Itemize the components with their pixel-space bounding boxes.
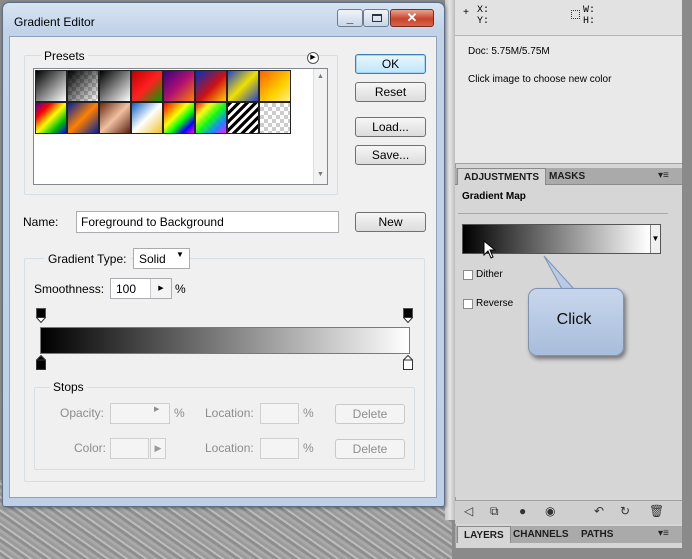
dither-label: Dither	[476, 269, 503, 280]
gradient-swatch[interactable]	[99, 70, 131, 102]
minimize-button[interactable]: _	[337, 9, 363, 27]
gradient-swatch[interactable]	[195, 102, 227, 134]
gradient-swatch[interactable]	[35, 102, 67, 134]
close-button[interactable]: ✕	[390, 9, 434, 27]
color-label: Color:	[74, 441, 107, 455]
name-label: Name:	[23, 215, 59, 229]
back-arrow-icon[interactable]: ◁	[464, 504, 473, 518]
new-button[interactable]: New	[355, 212, 426, 232]
opacity-location-input	[260, 403, 299, 424]
chevron-down-icon[interactable]: ▼	[176, 250, 184, 259]
slider-arrow-icon: ▶	[154, 406, 160, 413]
opacity-location-label: Location:	[205, 406, 254, 420]
window-title: Gradient Editor	[14, 15, 95, 29]
gradient-type-label: Gradient Type:	[44, 252, 131, 266]
gradient-swatch[interactable]	[195, 70, 227, 102]
color-menu-arrow-icon: ▶	[150, 438, 166, 459]
info-h-label: H:	[583, 16, 596, 27]
panel-menu-icon[interactable]: ▾≡	[658, 528, 669, 539]
visibility-eye-icon[interactable]: ◉	[545, 504, 555, 518]
ok-button[interactable]: OK	[355, 54, 426, 74]
gradient-swatch[interactable]	[99, 102, 131, 134]
tab-paths[interactable]: PATHS	[575, 526, 619, 543]
clip-layer-icon[interactable]: ●	[519, 504, 526, 518]
presets-scrollbar[interactable]: ▲ ▼	[313, 69, 327, 184]
color-location-input	[260, 438, 299, 459]
tab-masks[interactable]: MASKS	[543, 168, 591, 185]
stops-label: Stops	[50, 380, 87, 394]
load-button[interactable]: Load...	[355, 117, 426, 137]
gradient-swatch[interactable]	[227, 102, 259, 134]
info-w-label: W:	[583, 5, 596, 16]
gradient-swatch[interactable]	[131, 70, 163, 102]
smoothness-label: Smoothness:	[34, 282, 105, 296]
opacity-stop-left[interactable]	[36, 308, 46, 323]
crosshair-icon: +	[463, 8, 470, 19]
adjustments-tab-bar: ADJUSTMENTS MASKS ▾≡	[455, 168, 682, 185]
delete-color-stop-button: Delete	[335, 439, 405, 459]
previous-state-icon[interactable]: ↶	[594, 504, 604, 518]
color-stop-left[interactable]	[36, 355, 46, 370]
expand-view-icon[interactable]: ⧉	[490, 504, 499, 518]
doc-size-text: Doc: 5.75M/5.75M	[468, 46, 550, 57]
reverse-checkbox[interactable]	[463, 299, 473, 309]
trash-icon[interactable]: 🗑	[649, 504, 664, 518]
close-icon: ✕	[406, 10, 418, 25]
dither-checkbox[interactable]	[463, 270, 473, 280]
divider	[458, 213, 668, 214]
gradient-swatch[interactable]	[259, 102, 291, 134]
panel-menu-icon[interactable]: ▾≡	[658, 170, 669, 181]
gradient-swatch[interactable]	[163, 102, 195, 134]
maximize-icon	[372, 14, 382, 22]
mouse-pointer-icon	[483, 240, 497, 259]
gradient-swatch[interactable]	[163, 70, 195, 102]
gradient-preview-bar[interactable]	[40, 327, 410, 354]
color-location-label: Location:	[205, 441, 254, 455]
chevron-down-icon[interactable]: ▼	[650, 225, 660, 253]
layers-tab-bar: LAYERS CHANNELS PATHS ▾≡	[455, 526, 682, 543]
gradient-swatch[interactable]	[259, 70, 291, 102]
reset-icon[interactable]: ↻	[620, 504, 630, 518]
maximize-button[interactable]	[363, 9, 389, 27]
gradient-swatch[interactable]	[35, 70, 67, 102]
reset-button[interactable]: Reset	[355, 82, 426, 102]
tab-channels[interactable]: CHANNELS	[507, 526, 575, 543]
color-swatch-field	[110, 438, 149, 459]
color-stop-right[interactable]	[403, 355, 413, 370]
callout-text: Click	[556, 311, 592, 328]
smoothness-unit: %	[175, 282, 186, 296]
gradient-swatch[interactable]	[67, 70, 99, 102]
opacity-label: Opacity:	[60, 406, 105, 420]
gradient-swatch[interactable]	[131, 102, 163, 134]
info-hint-text: Click image to choose new color	[468, 74, 612, 85]
presets-menu-icon[interactable]: ▶	[307, 52, 319, 64]
opacity-stop-right[interactable]	[403, 308, 413, 323]
save-button[interactable]: Save...	[355, 145, 426, 165]
info-x-label: X:	[477, 5, 490, 16]
tab-adjustments[interactable]: ADJUSTMENTS	[457, 168, 547, 185]
reverse-label: Reverse	[476, 298, 514, 309]
slider-arrow-icon[interactable]: ▶	[150, 279, 171, 298]
gradient-swatch[interactable]	[67, 102, 99, 134]
opacity-location-unit: %	[303, 406, 314, 420]
gradient-map-title: Gradient Map	[462, 191, 526, 202]
opacity-input	[110, 403, 170, 424]
info-panel-readout: + X: Y: W: H:	[455, 0, 682, 36]
selection-size-icon	[571, 10, 580, 19]
gradient-name-input[interactable]: Foreground to Background	[76, 211, 339, 233]
opacity-unit: %	[174, 406, 185, 420]
gradient-swatch[interactable]	[227, 70, 259, 102]
delete-opacity-stop-button: Delete	[335, 404, 405, 424]
presets-label: Presets	[41, 49, 88, 63]
tab-layers[interactable]: LAYERS	[457, 526, 511, 543]
color-location-unit: %	[303, 441, 314, 455]
panel-divider	[445, 0, 455, 520]
info-y-label: Y:	[477, 16, 490, 27]
